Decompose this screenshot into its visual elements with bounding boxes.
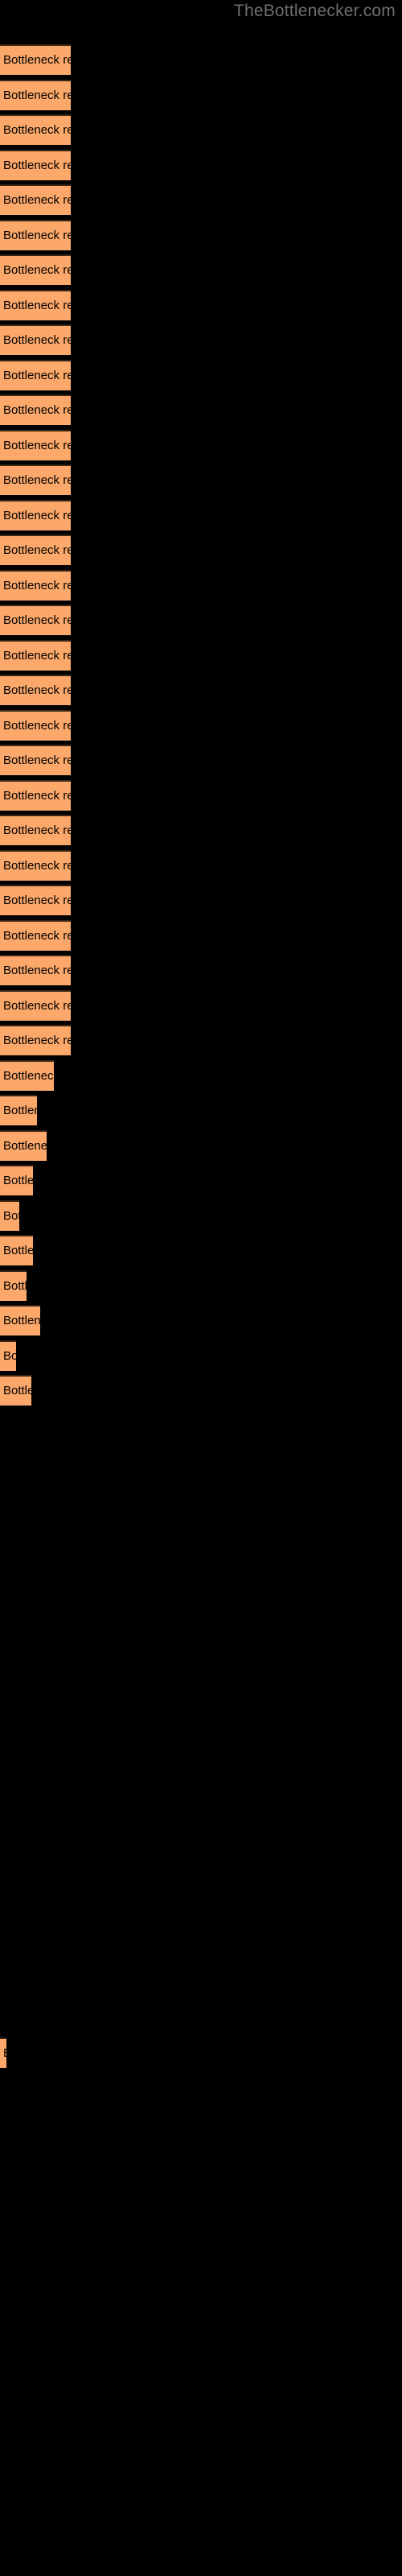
bar[interactable]: Bottleneck result (0, 955, 71, 985)
bar[interactable]: Bottleneck result (0, 394, 71, 425)
bar-label: Bottleneck result (3, 89, 71, 102)
bar-label: Bottleneck result (3, 964, 71, 977)
bar[interactable]: Bottleneck result (0, 500, 71, 530)
bar[interactable]: Bottleneck result (0, 605, 71, 635)
bar-label: Bottleneck result (3, 1244, 33, 1257)
bar-label: Bottleneck result (3, 509, 71, 522)
bar[interactable]: Bottleneck result (0, 535, 71, 565)
bar[interactable]: Bottleneck result (0, 780, 71, 811)
bar-label: Bottleneck result (3, 1034, 71, 1047)
bar-label: Bottleneck result (3, 369, 71, 382)
bar-label: Bottleneck result (3, 159, 71, 172)
bar-label: Bottleneck result (3, 719, 71, 733)
bar-label: Bottleneck result (3, 229, 71, 242)
bar-label: Bottleneck result (3, 193, 71, 207)
bar[interactable]: Bottleneck result (0, 184, 71, 215)
bottleneck-bar-chart: Bottleneck result Bottleneck result Bottle… (0, 0, 402, 2576)
bar[interactable]: Bottleneck result (0, 710, 71, 741)
bar-label: Bottleneck result (3, 1104, 37, 1117)
bar-label: Bottleneck result (3, 753, 71, 767)
bar[interactable]: Bottleneck result (0, 885, 71, 915)
bar[interactable]: Bottleneck result (0, 920, 71, 951)
bar[interactable]: Bottleneck result (0, 44, 71, 75)
bar-label: Bottleneck result (3, 123, 71, 137)
bar[interactable]: Bottleneck result (0, 675, 71, 705)
bar-label: Bottleneck result (3, 929, 71, 943)
bar-label: Bottleneck result (3, 789, 71, 803)
bar[interactable]: Bottleneck result (0, 990, 71, 1021)
bar-label: Bottleneck result (3, 859, 71, 873)
bar[interactable]: Bottleneck result (0, 150, 71, 180)
bar-label: Bottleneck result (3, 894, 71, 907)
bar[interactable]: Bottleneck result (0, 1095, 37, 1125)
bar[interactable]: Bottleneck result (0, 1270, 27, 1301)
bar[interactable]: Bottleneck result (0, 220, 71, 250)
bar[interactable]: Bottleneck result (0, 815, 71, 845)
bar-label: Bottleneck result (3, 543, 71, 557)
bar-label: Bottleneck result (3, 1139, 47, 1153)
bar-label: Bottleneck result (3, 1174, 33, 1187)
bar-label: Bottleneck result (3, 2039, 6, 2068)
bar-label: Bottleneck result (3, 263, 71, 277)
bar-label: Bottleneck result (3, 53, 71, 67)
bar[interactable]: Bottleneck result (0, 1305, 40, 1335)
bar-label: Bottleneck result (3, 579, 71, 592)
bar[interactable]: Bottleneck result (0, 640, 71, 671)
bar-label: Bottleneck result (3, 1069, 54, 1083)
bar[interactable]: Bottleneck result (0, 360, 71, 390)
bar-label: Bottleneck result (3, 473, 71, 487)
bar[interactable]: Bottleneck result (0, 430, 71, 460)
bar-label: Bottleneck result (3, 1384, 31, 1397)
bar[interactable]: Bottleneck result (0, 1375, 31, 1406)
bar[interactable]: Bottleneck result (0, 1130, 47, 1161)
bar-label: Bottleneck result (3, 333, 71, 347)
bar-label: Bottleneck result (3, 824, 71, 837)
bar-label: Bottleneck result (3, 439, 71, 452)
bar[interactable]: Bottleneck result (0, 80, 71, 110)
bar[interactable]: Bottleneck result (0, 464, 71, 495)
bar[interactable]: Bottleneck result (0, 254, 71, 285)
bar-label: Bottleneck result (3, 683, 71, 697)
bar[interactable]: Bottleneck result (0, 745, 71, 775)
bar[interactable]: Bottleneck result (0, 1340, 16, 1371)
bar[interactable]: Bottleneck result (0, 2037, 6, 2068)
bar[interactable]: Bottleneck result (0, 324, 71, 355)
bar-label: Bottleneck result (3, 299, 71, 312)
bar-label: Bottleneck result (3, 403, 71, 417)
bar-label: Bottleneck result (3, 1279, 27, 1293)
bar-label: Bottleneck result (3, 999, 71, 1013)
bar[interactable]: Bottleneck result (0, 570, 71, 601)
bar-label: Bottleneck result (3, 613, 71, 627)
bar[interactable]: Bottleneck result (0, 1235, 33, 1265)
bar-label: Bottleneck result (3, 1349, 16, 1363)
bar[interactable]: Bottleneck result (0, 850, 71, 881)
bar[interactable]: Bottleneck result (0, 1060, 54, 1091)
bar-label: Bottleneck result (3, 1314, 40, 1327)
bar[interactable]: Bottleneck result (0, 114, 71, 145)
bar[interactable]: Bottleneck result (0, 1165, 33, 1195)
bar-label: Bottleneck result (3, 1209, 19, 1223)
bar-label: Bottleneck result (3, 649, 71, 663)
bar[interactable]: Bottleneck result (0, 1025, 71, 1055)
bar[interactable]: Bottleneck result (0, 1200, 19, 1231)
bar[interactable]: Bottleneck result (0, 290, 71, 320)
